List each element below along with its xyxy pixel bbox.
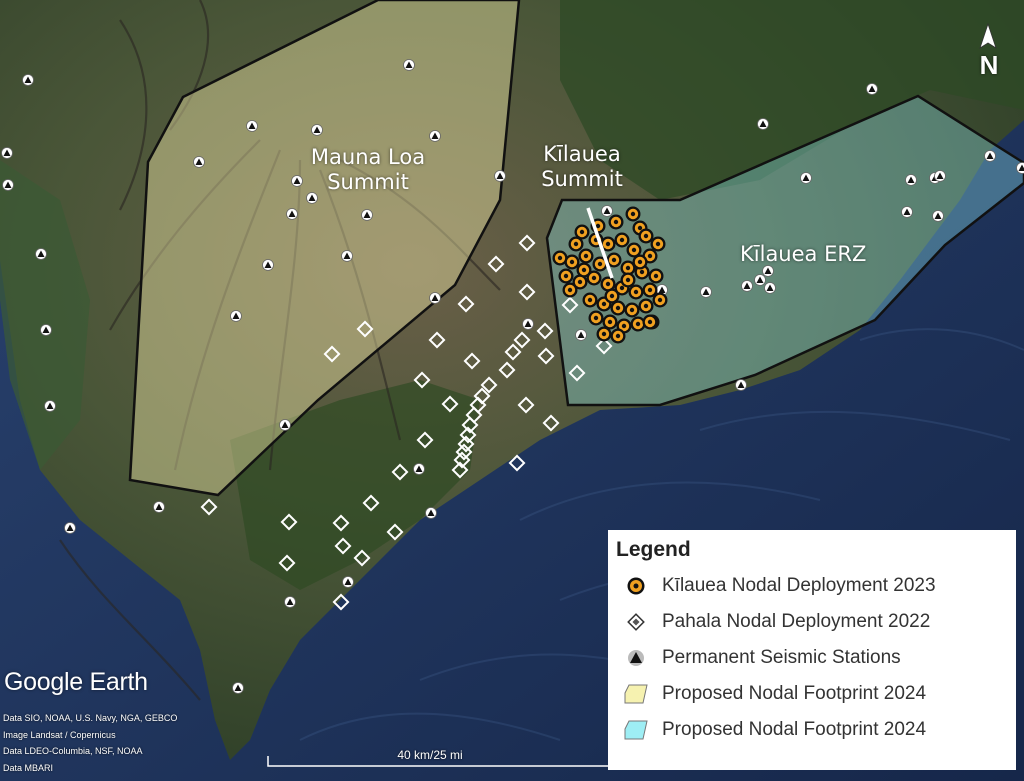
legend-label: Permanent Seismic Stations [662,647,901,668]
kilauea-summit-label: Kīlauea Summit [541,142,623,191]
map-view[interactable]: Mauna Loa Summit Kīlauea Summit Kīlauea … [0,0,1024,781]
north-label: N [979,50,999,80]
scale-bar-label: 40 km/25 mi [397,748,463,762]
legend-label: Kīlauea Nodal Deployment 2023 [662,575,936,596]
triangle-icon [616,644,656,672]
legend-panel: Legend Kīlauea Nodal Deployment 2023 Pah… [608,530,1016,770]
legend-item: Pahala Nodal Deployment 2022 [616,604,1016,640]
legend-item: Proposed Nodal Footprint 2024 [616,676,1016,712]
legend-item: Kīlauea Nodal Deployment 2023 [616,568,1016,604]
legend-label: Pahala Nodal Deployment 2022 [662,611,931,632]
kilauea-erz-label: Kīlauea ERZ [740,242,867,266]
legend-item: Permanent Seismic Stations [616,640,1016,676]
diamond-icon [616,608,656,636]
legend-title: Legend [616,538,691,561]
yellow-polygon-icon [616,680,656,708]
legend-item: Proposed Nodal Footprint 2024 [616,712,1016,748]
orange-ring-icon [616,572,656,600]
google-earth-logo: Google Earth [4,668,148,696]
mauna-loa-label: Mauna Loa Summit [310,145,426,194]
legend-label: Proposed Nodal Footprint 2024 [662,719,927,740]
cyan-polygon-icon [616,716,656,744]
legend-label: Proposed Nodal Footprint 2024 [662,683,927,704]
attribution: Data SIO, NOAA, U.S. Navy, NGA, GEBCO Im… [3,713,178,773]
